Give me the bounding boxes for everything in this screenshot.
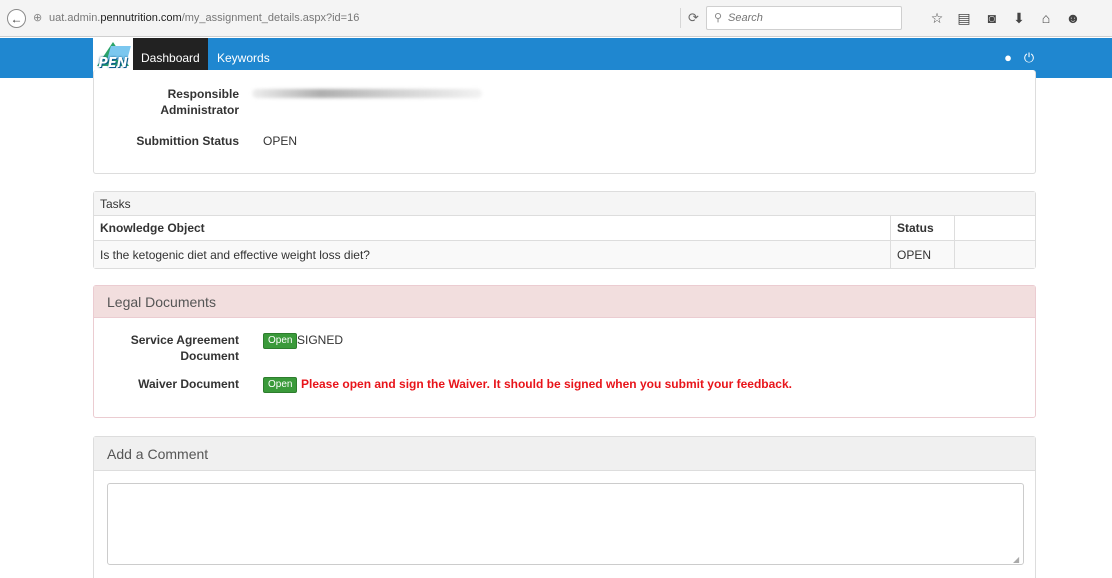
service-agreement-label: Service Agreement Document — [130, 333, 239, 363]
legal-documents-panel: Legal Documents Service Agreement Docume… — [93, 285, 1036, 418]
user-icon[interactable]: ● — [1000, 50, 1016, 66]
url-path: /my_assignment_details.aspx?id=16 — [181, 12, 360, 24]
tasks-panel: Tasks Knowledge Object Status Is the ket… — [93, 191, 1036, 269]
service-agreement-status: SIGNED — [297, 333, 344, 347]
power-icon[interactable]: ⏻ — [1021, 50, 1037, 66]
url-domain: pennutrition.com — [100, 12, 182, 24]
pocket-icon[interactable]: ◙ — [984, 10, 1000, 26]
open-waiver-button[interactable]: Open — [263, 377, 298, 393]
submission-status-label: Submittion Status — [136, 134, 239, 148]
site-info-icon[interactable]: ⊕ — [33, 11, 42, 24]
reload-icon[interactable]: ⟳ — [688, 10, 699, 26]
submission-status-value: OPEN — [263, 134, 298, 148]
tasks-title: Tasks — [94, 192, 1035, 216]
browser-search-input[interactable] — [728, 10, 898, 26]
open-service-agreement-button[interactable]: Open — [263, 333, 298, 349]
task-knowledge-object[interactable]: Is the ketogenic diet and effective weig… — [94, 241, 890, 268]
url-prefix: uat.admin. — [49, 12, 101, 24]
comment-textarea[interactable] — [107, 483, 1024, 565]
url-separator — [680, 8, 681, 28]
search-icon: ⚲ — [714, 12, 723, 24]
tasks-header-row: Knowledge Object Status — [94, 216, 1035, 241]
table-row: Is the ketogenic diet and effective weig… — [94, 241, 1035, 268]
responsible-admin-label: Responsible Administrator — [160, 87, 239, 117]
back-arrow-icon[interactable]: ← — [7, 9, 26, 28]
column-divider — [954, 216, 955, 268]
bookmarks-list-icon[interactable]: ▤ — [956, 10, 972, 26]
chat-icon[interactable]: ☻ — [1065, 10, 1081, 26]
bookmark-star-icon[interactable]: ☆ — [929, 10, 945, 26]
task-status: OPEN — [897, 247, 932, 262]
add-comment-panel: Add a Comment ◢ — [93, 436, 1036, 578]
column-divider — [890, 216, 891, 268]
home-icon[interactable]: ⌂ — [1038, 10, 1054, 26]
redacted-admin-name — [252, 89, 482, 98]
column-header-knowledge-object: Knowledge Object — [100, 221, 205, 235]
waiver-warning: Please open and sign the Waiver. It shou… — [301, 377, 792, 391]
waiver-document-label: Waiver Document — [138, 377, 239, 391]
browser-search-box[interactable]: ⚲ — [706, 6, 902, 30]
logo-text: PEN — [98, 56, 128, 71]
assignment-details-panel: Responsible Administrator Submittion Sta… — [93, 70, 1036, 174]
download-icon[interactable]: ⬇ — [1011, 10, 1027, 26]
resize-grip-icon[interactable]: ◢ — [1013, 555, 1019, 564]
browser-toolbar: ← ⊕ uat.admin.pennutrition.com/my_assign… — [0, 0, 1112, 37]
legal-documents-title: Legal Documents — [94, 286, 1035, 318]
url-bar[interactable]: uat.admin.pennutrition.com/my_assignment… — [49, 12, 359, 24]
column-header-status: Status — [897, 221, 934, 235]
add-comment-title: Add a Comment — [94, 437, 1035, 471]
